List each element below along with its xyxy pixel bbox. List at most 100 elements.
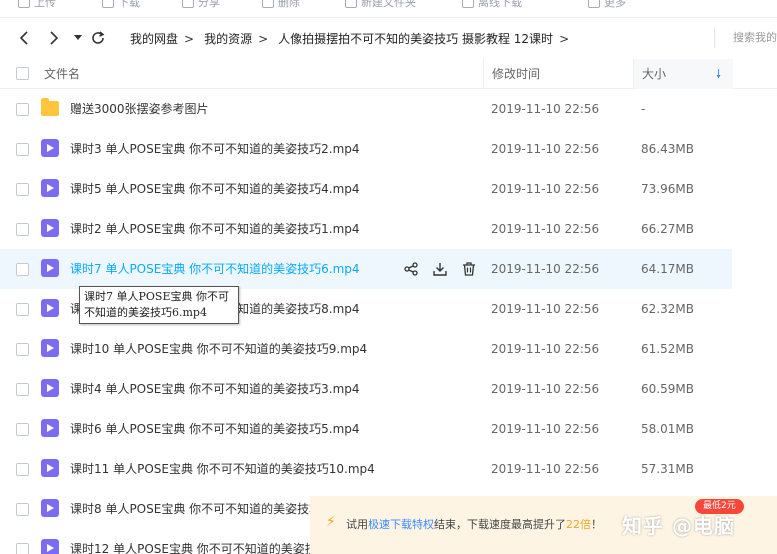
- row-checkbox[interactable]: [16, 423, 29, 436]
- more-button[interactable]: 更多: [588, 0, 626, 12]
- file-size: 64.17MB: [641, 262, 694, 276]
- top-toolbar: 上传 下载 分享 删除 新建文件夹 离线下载 更多: [0, 0, 777, 18]
- column-header-time[interactable]: 修改时间: [483, 59, 633, 89]
- breadcrumb: 我的网盘 > 我的资源 > 人像拍摄摆拍不可不知的美姿技巧 摄影教程 12课时 >: [130, 30, 579, 48]
- file-time: 2019-11-10 22:56: [491, 382, 600, 396]
- file-name[interactable]: 课时7 单人POSE宝典 你不可不知道的美姿技巧6.mp4: [70, 249, 360, 289]
- file-size: 86.43MB: [641, 142, 694, 156]
- download-button[interactable]: [432, 261, 448, 277]
- file-size: 62.32MB: [641, 302, 694, 316]
- table-row[interactable]: 课时5 单人POSE宝典 你不可不知道的美姿技巧4.mp4 2019-11-10…: [0, 169, 777, 209]
- table-row[interactable]: 课时3 单人POSE宝典 你不可不知道的美姿技巧2.mp4 2019-11-10…: [0, 129, 777, 169]
- video-file-icon: [41, 219, 59, 237]
- upload-icon: [18, 0, 30, 8]
- file-time: 2019-11-10 22:56: [491, 302, 600, 316]
- row-checkbox[interactable]: [16, 143, 29, 156]
- column-header-name[interactable]: 文件名: [44, 59, 80, 89]
- folder-plus-icon: [345, 0, 357, 8]
- file-name[interactable]: 课时11 单人POSE宝典 你不可不知道的美姿技巧10.mp4: [70, 449, 375, 489]
- file-size: 73.96MB: [641, 182, 694, 196]
- row-checkbox[interactable]: [16, 343, 29, 356]
- table-row[interactable]: 赠送3000张摆姿参考图片 2019-11-10 22:56 -: [0, 89, 777, 129]
- select-all-checkbox[interactable]: [16, 67, 29, 80]
- upload-button[interactable]: 上传: [18, 0, 56, 12]
- share-button[interactable]: 分享: [182, 0, 220, 12]
- download-icon: [433, 263, 447, 276]
- breadcrumb-item-my-disk[interactable]: 我的网盘: [130, 32, 178, 46]
- share-icon: [404, 262, 418, 276]
- video-file-icon: [41, 499, 59, 517]
- file-time: 2019-11-10 22:56: [491, 462, 600, 476]
- row-checkbox[interactable]: [16, 103, 29, 116]
- file-time: 2019-11-10 22:56: [491, 222, 600, 236]
- row-checkbox[interactable]: [16, 223, 29, 236]
- table-row[interactable]: 课时6 单人POSE宝典 你不可不知道的美姿技巧5.mp4 2019-11-10…: [0, 409, 777, 449]
- row-checkbox[interactable]: [16, 463, 29, 476]
- trash-icon: [262, 0, 274, 8]
- table-row[interactable]: 课时2 单人POSE宝典 你不可不知道的美姿技巧1.mp4 2019-11-10…: [0, 209, 777, 249]
- delete-button[interactable]: 删除: [262, 0, 300, 12]
- file-time: 2019-11-10 22:56: [491, 262, 600, 276]
- notice-message: 试用极速下载特权结束，下载速度最高提升了22倍！: [346, 518, 602, 531]
- row-actions: [403, 261, 477, 277]
- price-badge[interactable]: 最低2元: [695, 499, 744, 514]
- back-button[interactable]: [14, 28, 34, 48]
- file-time: 2019-11-10 22:56: [491, 142, 600, 156]
- video-file-icon: [41, 379, 59, 397]
- chevron-left-icon: [19, 31, 28, 45]
- table-row-hovered[interactable]: 课时7 单人POSE宝典 你不可不知道的美姿技巧6.mp4 2019-11-10…: [0, 249, 732, 289]
- download-icon: [102, 0, 114, 8]
- file-name[interactable]: 课时3 单人POSE宝典 你不可不知道的美姿技巧2.mp4: [70, 129, 360, 169]
- table-row[interactable]: 课时11 单人POSE宝典 你不可不知道的美姿技巧10.mp4 2019-11-…: [0, 449, 777, 489]
- download-button[interactable]: 下载: [102, 0, 140, 12]
- table-row[interactable]: 课时4 单人POSE宝典 你不可不知道的美姿技巧3.mp4 2019-11-10…: [0, 369, 777, 409]
- table-row[interactable]: 课时10 单人POSE宝典 你不可不知道的美姿技巧9.mp4 2019-11-1…: [0, 329, 777, 369]
- breadcrumb-item-current-folder[interactable]: 人像拍摄摆拍不可不知的美姿技巧 摄影教程 12课时: [278, 32, 553, 46]
- forward-button[interactable]: [44, 28, 64, 48]
- trash-icon: [463, 262, 475, 276]
- offline-download-button[interactable]: 离线下载: [462, 0, 522, 12]
- file-name[interactable]: 赠送3000张摆姿参考图片: [70, 89, 209, 129]
- speed-trial-notice[interactable]: ⚡ 试用极速下载特权结束，下载速度最高提升了22倍！ 知乎 @电脑 最低2元: [310, 496, 777, 554]
- watermark: 知乎 @电脑: [622, 514, 735, 538]
- video-file-icon: [41, 459, 59, 477]
- refresh-icon: [92, 31, 105, 44]
- share-icon: [182, 0, 194, 8]
- new-folder-button[interactable]: 新建文件夹: [345, 0, 416, 12]
- row-checkbox[interactable]: [16, 303, 29, 316]
- breadcrumb-separator: >: [258, 32, 269, 46]
- file-list-header: 文件名 修改时间 大小 🠗: [0, 59, 777, 89]
- video-file-icon: [41, 339, 59, 357]
- arrow-down-icon[interactable]: 🠗: [716, 65, 721, 86]
- row-checkbox[interactable]: [16, 543, 29, 554]
- file-name[interactable]: 课时6 单人POSE宝典 你不可不知道的美姿技巧5.mp4: [70, 409, 360, 449]
- breadcrumb-separator: >: [184, 32, 195, 46]
- file-name[interactable]: 课时5 单人POSE宝典 你不可不知道的美姿技巧4.mp4: [70, 169, 360, 209]
- row-checkbox[interactable]: [16, 263, 29, 276]
- breadcrumb-item-my-resources[interactable]: 我的资源: [204, 32, 252, 46]
- video-file-icon: [41, 419, 59, 437]
- file-size: -: [641, 102, 646, 116]
- refresh-button[interactable]: [88, 28, 108, 48]
- video-file-icon: [41, 139, 59, 157]
- file-time: 2019-11-10 22:56: [491, 182, 600, 196]
- row-checkbox[interactable]: [16, 183, 29, 196]
- filename-tooltip: 课时7 单人POSE宝典 你不可 不知道的美姿技巧6.mp4: [79, 286, 239, 324]
- breadcrumb-separator: >: [559, 32, 570, 46]
- search-input[interactable]: 搜索我的: [714, 28, 777, 48]
- share-button[interactable]: [403, 261, 419, 277]
- row-checkbox[interactable]: [16, 383, 29, 396]
- video-file-icon: [41, 179, 59, 197]
- file-name[interactable]: 课时4 单人POSE宝典 你不可不知道的美姿技巧3.mp4: [70, 369, 360, 409]
- notice-highlight-link[interactable]: 极速下载特权: [368, 518, 434, 531]
- delete-button[interactable]: [461, 261, 477, 277]
- row-checkbox[interactable]: [16, 503, 29, 516]
- file-size: 61.52MB: [641, 342, 694, 356]
- file-name[interactable]: 课时10 单人POSE宝典 你不可不知道的美姿技巧9.mp4: [70, 329, 367, 369]
- history-dropdown[interactable]: [68, 28, 88, 48]
- file-size: 57.31MB: [641, 462, 694, 476]
- file-name[interactable]: 课时2 单人POSE宝典 你不可不知道的美姿技巧1.mp4: [70, 209, 360, 249]
- caret-down-icon: [74, 35, 82, 40]
- video-file-icon: [41, 259, 59, 277]
- video-file-icon: [41, 299, 59, 317]
